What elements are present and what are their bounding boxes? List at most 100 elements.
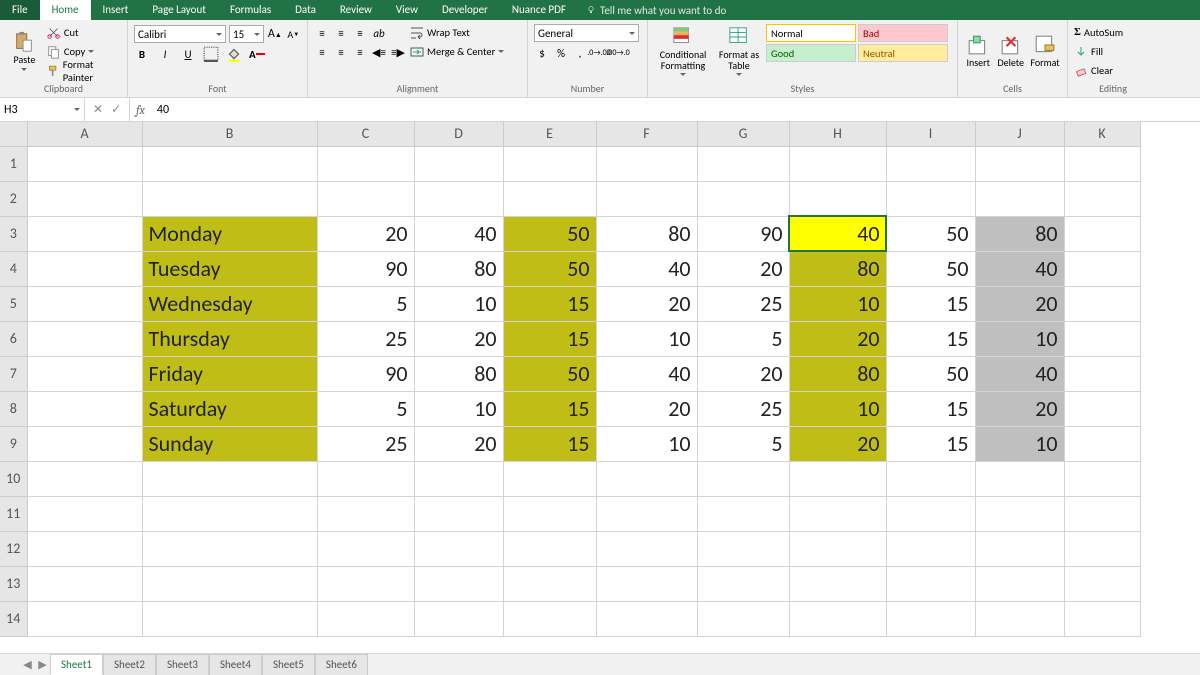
cell-H14[interactable] <box>789 601 886 636</box>
cell-K3[interactable] <box>1064 216 1140 251</box>
cell-A10[interactable] <box>27 461 142 496</box>
cell-C8[interactable]: 5 <box>317 391 414 426</box>
cell-B3[interactable]: Monday <box>142 216 317 251</box>
cell-D9[interactable]: 20 <box>414 426 503 461</box>
cell-K6[interactable] <box>1064 321 1140 356</box>
cell-K10[interactable] <box>1064 461 1140 496</box>
cell-K12[interactable] <box>1064 531 1140 566</box>
cell-G10[interactable] <box>697 461 789 496</box>
cell-I8[interactable]: 15 <box>886 391 975 426</box>
cell-B6[interactable]: Thursday <box>142 321 317 356</box>
italic-button[interactable]: I <box>157 46 173 62</box>
cell-K11[interactable] <box>1064 496 1140 531</box>
row-header-12[interactable]: 12 <box>0 531 27 566</box>
row-header-4[interactable]: 4 <box>0 251 27 286</box>
increase-font-button[interactable]: A▲ <box>267 26 282 42</box>
cell-K5[interactable] <box>1064 286 1140 321</box>
fill-color-button[interactable] <box>226 46 242 62</box>
cell-K14[interactable] <box>1064 601 1140 636</box>
cell-G5[interactable]: 25 <box>697 286 789 321</box>
cell-A12[interactable] <box>27 531 142 566</box>
row-header-5[interactable]: 5 <box>0 286 27 321</box>
align-top-button[interactable]: ≡ <box>314 25 330 41</box>
align-center-button[interactable]: ≡ <box>333 44 349 60</box>
col-header-J[interactable]: J <box>975 122 1064 146</box>
cell-A14[interactable] <box>27 601 142 636</box>
cell-E9[interactable]: 15 <box>503 426 596 461</box>
cell-B11[interactable] <box>142 496 317 531</box>
cell-C13[interactable] <box>317 566 414 601</box>
cell-D14[interactable] <box>414 601 503 636</box>
row-header-14[interactable]: 14 <box>0 601 27 636</box>
cut-button[interactable]: Cut <box>47 24 121 41</box>
tab-formulas[interactable]: Formulas <box>218 0 283 20</box>
cell-H12[interactable] <box>789 531 886 566</box>
fx-icon[interactable]: fx <box>130 98 151 121</box>
cell-A1[interactable] <box>27 146 142 181</box>
cell-F11[interactable] <box>596 496 697 531</box>
cell-I6[interactable]: 15 <box>886 321 975 356</box>
cell-J14[interactable] <box>975 601 1064 636</box>
number-format-select[interactable]: General <box>534 24 639 42</box>
cell-B8[interactable]: Saturday <box>142 391 317 426</box>
cell-E8[interactable]: 15 <box>503 391 596 426</box>
clear-button[interactable]: Clear <box>1074 62 1152 79</box>
name-box[interactable]: H3 <box>0 98 85 121</box>
align-left-button[interactable]: ≡ <box>314 44 330 60</box>
cell-D13[interactable] <box>414 566 503 601</box>
cell-D4[interactable]: 80 <box>414 251 503 286</box>
cell-E10[interactable] <box>503 461 596 496</box>
cell-H13[interactable] <box>789 566 886 601</box>
cell-I2[interactable] <box>886 181 975 216</box>
cell-F8[interactable]: 20 <box>596 391 697 426</box>
sheet-tab-sheet3[interactable]: Sheet3 <box>156 654 209 675</box>
cell-I1[interactable] <box>886 146 975 181</box>
format-cells-button[interactable]: Format <box>1029 22 1061 80</box>
cell-J5[interactable]: 20 <box>975 286 1064 321</box>
cell-B12[interactable] <box>142 531 317 566</box>
cell-A4[interactable] <box>27 251 142 286</box>
cell-C14[interactable] <box>317 601 414 636</box>
cell-E4[interactable]: 50 <box>503 251 596 286</box>
cell-F1[interactable] <box>596 146 697 181</box>
cell-J4[interactable]: 40 <box>975 251 1064 286</box>
cell-B13[interactable] <box>142 566 317 601</box>
cell-D7[interactable]: 80 <box>414 356 503 391</box>
cell-J3[interactable]: 80 <box>975 216 1064 251</box>
cell-J8[interactable]: 20 <box>975 391 1064 426</box>
cell-F4[interactable]: 40 <box>596 251 697 286</box>
cell-C1[interactable] <box>317 146 414 181</box>
cell-K2[interactable] <box>1064 181 1140 216</box>
col-header-H[interactable]: H <box>789 122 886 146</box>
cell-C3[interactable]: 20 <box>317 216 414 251</box>
cell-I14[interactable] <box>886 601 975 636</box>
cell-D6[interactable]: 20 <box>414 321 503 356</box>
cell-H3[interactable]: 40 <box>789 216 886 251</box>
cell-F2[interactable] <box>596 181 697 216</box>
cell-I3[interactable]: 50 <box>886 216 975 251</box>
cancel-formula-icon[interactable]: ✕ <box>93 102 103 117</box>
cell-I4[interactable]: 50 <box>886 251 975 286</box>
align-right-button[interactable]: ≡ <box>352 44 368 60</box>
cell-F6[interactable]: 10 <box>596 321 697 356</box>
cell-D5[interactable]: 10 <box>414 286 503 321</box>
cell-E1[interactable] <box>503 146 596 181</box>
fill-button[interactable]: Fill <box>1074 43 1152 60</box>
font-color-button[interactable]: A <box>249 46 265 62</box>
cell-B10[interactable] <box>142 461 317 496</box>
cell-C5[interactable]: 5 <box>317 286 414 321</box>
tab-insert[interactable]: Insert <box>91 0 141 20</box>
cell-K1[interactable] <box>1064 146 1140 181</box>
cell-A5[interactable] <box>27 286 142 321</box>
cell-E13[interactable] <box>503 566 596 601</box>
tab-nuance[interactable]: Nuance PDF <box>500 0 578 20</box>
cell-H5[interactable]: 10 <box>789 286 886 321</box>
cell-G6[interactable]: 5 <box>697 321 789 356</box>
select-all-corner[interactable] <box>0 122 27 146</box>
orientation-button[interactable]: ab <box>371 25 387 41</box>
cell-D11[interactable] <box>414 496 503 531</box>
cell-H11[interactable] <box>789 496 886 531</box>
row-header-2[interactable]: 2 <box>0 181 27 216</box>
cell-I11[interactable] <box>886 496 975 531</box>
cell-A2[interactable] <box>27 181 142 216</box>
